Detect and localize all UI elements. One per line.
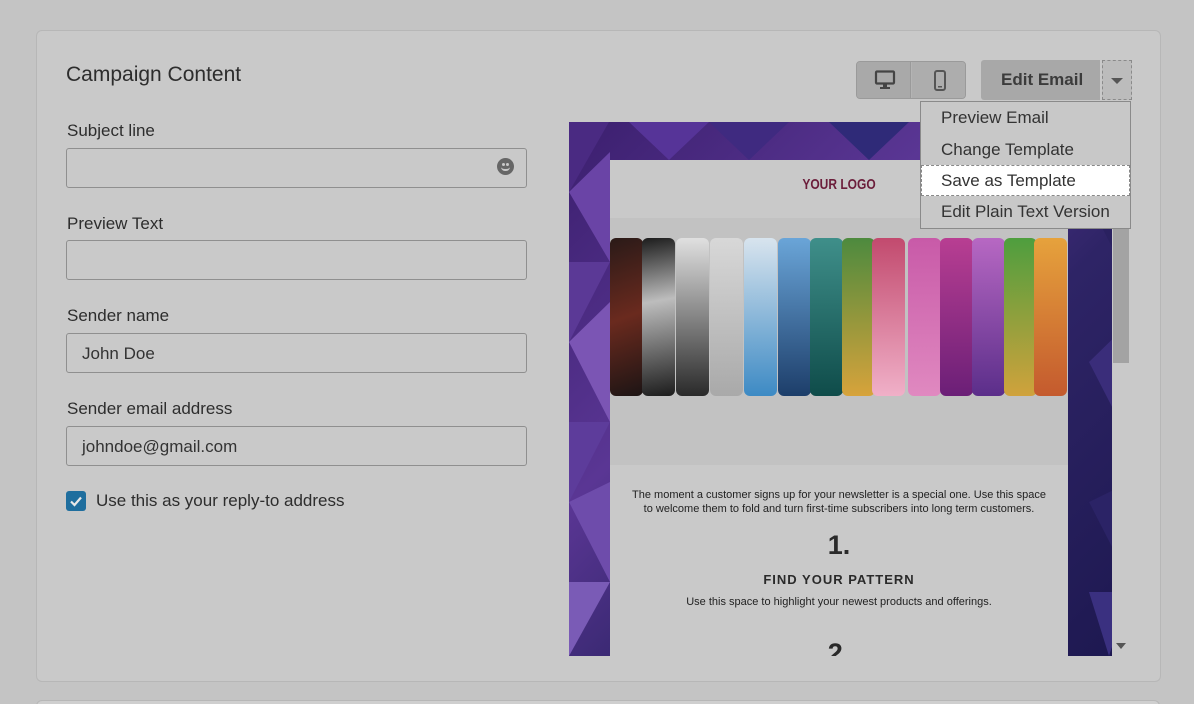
edit-options-menu: Preview Email Change Template Save as Te… xyxy=(920,101,1131,229)
intro-text: The moment a customer signs up for your … xyxy=(632,489,1046,515)
mobile-icon xyxy=(934,70,946,91)
menu-item-edit-plain-text[interactable]: Edit Plain Text Version xyxy=(921,196,1130,227)
scroll-down-arrow-icon[interactable] xyxy=(1116,643,1126,649)
step-1-title: FIND YOUR PATTERN xyxy=(763,572,915,587)
subject-line-label: Subject line xyxy=(67,121,155,140)
menu-item-save-as-template[interactable]: Save as Template xyxy=(921,165,1130,196)
step-1-text: Use this space to highlight your newest … xyxy=(686,596,992,608)
edit-options-toggle[interactable] xyxy=(1102,60,1132,100)
sender-name-input[interactable]: John Doe xyxy=(66,333,527,373)
reply-to-checkbox[interactable] xyxy=(66,491,86,511)
hero-image xyxy=(610,218,1068,465)
step-2-number: 2. xyxy=(827,638,851,656)
preview-scrollbar-thumb[interactable] xyxy=(1113,228,1129,363)
checkmark-icon xyxy=(70,496,82,507)
preview-text-label: Preview Text xyxy=(67,214,164,233)
device-toggle xyxy=(856,61,966,99)
desktop-icon xyxy=(874,70,896,89)
email-body: YOUR LOGO The moment a customer signs up… xyxy=(610,160,1068,656)
sender-email-value: johndoe@gmail.com xyxy=(82,437,238,456)
edit-email-label: Edit Email xyxy=(1001,70,1084,89)
sender-email-label: Sender email address xyxy=(67,399,233,418)
subject-line-input[interactable] xyxy=(66,148,527,188)
sender-name-value: John Doe xyxy=(82,344,155,363)
edit-email-button[interactable]: Edit Email xyxy=(981,60,1100,100)
desktop-view-button[interactable] xyxy=(857,62,911,98)
next-card xyxy=(36,700,1160,704)
caret-down-icon xyxy=(1111,78,1123,84)
section-title: Campaign Content xyxy=(66,63,242,86)
preview-text-input[interactable] xyxy=(66,240,527,280)
reply-to-label: Use this as your reply-to address xyxy=(96,491,345,510)
step-1-number: 1. xyxy=(827,530,851,560)
menu-item-change-template[interactable]: Change Template xyxy=(921,134,1130,165)
menu-item-preview-email[interactable]: Preview Email xyxy=(921,102,1130,133)
sender-email-input[interactable]: johndoe@gmail.com xyxy=(66,426,527,466)
emoji-icon[interactable] xyxy=(497,158,514,175)
mobile-view-button[interactable] xyxy=(912,62,965,98)
sender-name-label: Sender name xyxy=(67,306,170,325)
